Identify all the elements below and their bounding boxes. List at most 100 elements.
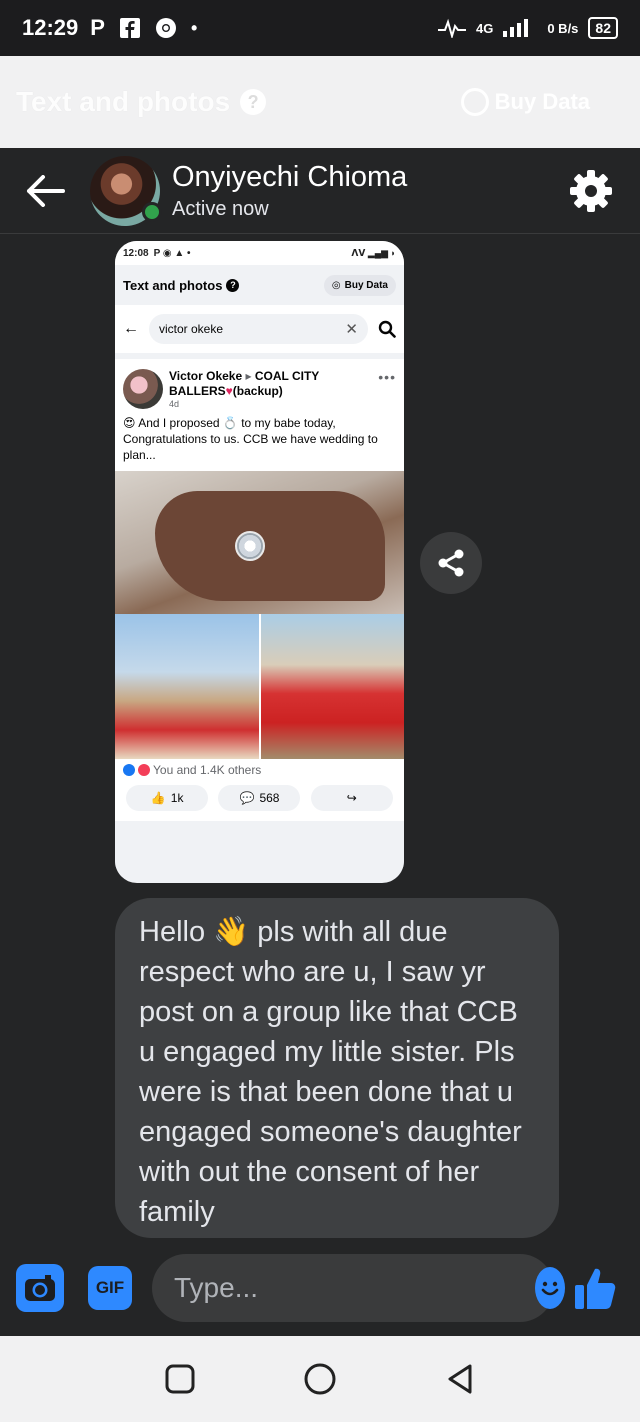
message-text: Hello 👋 pls with all due respect who are… <box>139 916 522 1228</box>
message-bubble[interactable]: Hello 👋 pls with all due respect who are… <box>115 898 559 1238</box>
home-icon <box>304 1363 336 1395</box>
contact-info[interactable]: Onyiyechi Chioma Active now <box>172 161 407 221</box>
ss-search-value: victor okeke <box>159 322 224 336</box>
data-rate: 0 B/s <box>547 20 579 36</box>
system-nav-bar <box>0 1336 640 1422</box>
buy-data-button: Buy Data <box>460 88 590 116</box>
ss-emoji-icon: 😍 <box>123 416 136 430</box>
ss-action-row: 👍 1k 💬 568 ↪ <box>115 781 404 821</box>
ss-signal-icons: ᐱᐯ ▂▄▆ ◗ <box>351 247 396 258</box>
ss-comment-icon: 💬 <box>239 791 255 805</box>
ss-ring-photo <box>115 471 404 614</box>
ss-photo-man <box>260 614 404 759</box>
status-time: 12:29 <box>22 15 79 40</box>
ss-arrow-icon: ▸ <box>245 369 255 383</box>
ss-author-name: Victor Okeke <box>169 369 243 383</box>
buy-data-label: Buy Data <box>494 89 590 114</box>
dot-icon: • <box>190 17 198 38</box>
online-status-icon <box>142 201 162 222</box>
ss-buy-data: ◎ Buy Data <box>323 274 396 296</box>
ss-heart-icon: ♥ <box>225 384 233 398</box>
signal-icon <box>503 19 529 37</box>
data-icon <box>460 88 489 116</box>
background-banner: Text and photos ? Buy Data <box>0 56 640 148</box>
battery-icon: 82 <box>588 17 618 39</box>
battery-level: 82 <box>595 20 611 36</box>
gif-button[interactable]: GIF <box>88 1266 132 1310</box>
ss-comment-count: 568 <box>259 791 280 805</box>
ss-like-action: 👍 1k <box>126 785 209 811</box>
ss-more-icon: ••• <box>378 369 396 385</box>
ss-search-icon <box>378 320 396 338</box>
network-type: 4G <box>476 20 494 36</box>
ss-status-icons: P ◉ ▲ • <box>153 247 191 259</box>
ss-post: Victor Okeke ▸ COAL CITY BALLERS♥(backup… <box>115 359 404 821</box>
message-input-box[interactable] <box>152 1254 565 1322</box>
ss-post-header: Victor Okeke ▸ COAL CITY BALLERS♥(backup… <box>115 359 404 413</box>
message-composer: GIF <box>0 1240 640 1336</box>
smiley-icon <box>541 1281 559 1296</box>
ss-like-count: 1k <box>170 791 184 805</box>
ss-post-time: 4d <box>169 399 180 409</box>
ss-top-bar: Text and photos ? ◎ Buy Data <box>115 265 404 305</box>
ss-ring-gem <box>235 531 265 561</box>
chat-header: Onyiyechi Chioma Active now <box>0 148 640 234</box>
ss-hand-shape <box>155 491 385 601</box>
ss-post-text: 😍 And I proposed 💍 to my babe today, Con… <box>115 413 404 471</box>
p-icon: P <box>90 15 105 40</box>
ss-photo-couple <box>115 614 259 759</box>
status-bar: 12:29 P • 4G 0 B/s 82 <box>0 0 640 56</box>
help-icon: ? <box>240 89 267 115</box>
ss-buy-data-label: Buy Data <box>344 279 388 291</box>
like-button[interactable] <box>572 1265 618 1311</box>
ss-search-bar: ← victor okeke ✕ <box>115 305 404 353</box>
contact-name: Onyiyechi Chioma <box>172 160 408 193</box>
banner-title: Text and photos <box>16 86 231 117</box>
ss-like-reaction-icon <box>123 764 135 776</box>
shared-screenshot[interactable]: 12:08 P ◉ ▲ • ᐱᐯ ▂▄▆ ◗ Text and photos ?… <box>115 241 404 883</box>
camera-button[interactable] <box>16 1264 64 1312</box>
ss-nav-bar <box>115 829 404 869</box>
contact-avatar[interactable] <box>90 155 162 226</box>
camera-icon <box>25 1275 55 1301</box>
ss-comment-action: 💬 568 <box>218 785 301 811</box>
ss-reactions: You and 1.4K others <box>115 759 404 781</box>
ss-search-box: victor okeke ✕ <box>149 314 368 344</box>
facebook-icon <box>119 17 141 39</box>
back-arrow-icon <box>27 174 65 207</box>
contact-status: Active now <box>172 197 269 220</box>
ss-thumbs-up-icon: 👍 <box>150 791 166 805</box>
recents-icon <box>165 1364 195 1394</box>
ss-author-line: Victor Okeke ▸ COAL CITY BALLERS♥(backup… <box>169 369 372 399</box>
chrome-icon <box>155 17 177 39</box>
ss-status-time: 12:08 <box>123 247 149 259</box>
back-button[interactable] <box>0 148 90 234</box>
ss-share-icon: ↪ <box>346 791 357 805</box>
ss-love-reaction-icon <box>138 764 150 776</box>
ss-data-icon: ◎ <box>331 279 341 291</box>
settings-button[interactable] <box>568 168 614 214</box>
ss-clear-icon: ✕ <box>345 321 358 338</box>
ss-reaction-count: You and 1.4K others <box>153 763 262 777</box>
ss-help-icon: ? <box>226 278 240 292</box>
triangle-back-icon <box>448 1364 472 1394</box>
ss-author-avatar <box>123 369 163 409</box>
ss-post-body: And I proposed 💍 to my babe today, Congr… <box>123 416 378 462</box>
ss-share-action: ↪ <box>310 785 393 811</box>
ss-back-icon: ← <box>123 320 139 337</box>
activity-icon <box>438 18 466 38</box>
ss-status-bar: 12:08 P ◉ ▲ • ᐱᐯ ▂▄▆ ◗ <box>115 241 404 265</box>
message-input[interactable] <box>174 1272 535 1304</box>
recents-button[interactable] <box>160 1359 200 1399</box>
share-icon <box>438 549 464 577</box>
share-button[interactable] <box>420 532 482 594</box>
emoji-button[interactable] <box>535 1267 565 1309</box>
ss-page-title: Text and photos <box>123 277 223 293</box>
home-button[interactable] <box>300 1359 340 1399</box>
gear-icon <box>570 170 612 212</box>
ss-author-block: Victor Okeke ▸ COAL CITY BALLERS♥(backup… <box>169 369 372 409</box>
back-nav-button[interactable] <box>440 1359 480 1399</box>
ss-photo-row <box>115 614 404 759</box>
ss-group-suffix: (backup) <box>232 384 283 398</box>
thumbs-up-icon <box>575 1268 616 1309</box>
